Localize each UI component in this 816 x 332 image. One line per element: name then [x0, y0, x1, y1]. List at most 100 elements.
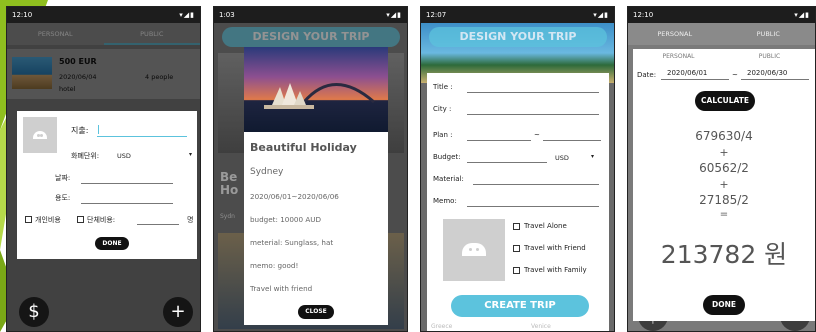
done-button[interactable]: DONE	[95, 237, 129, 250]
bottom-card-venice: Venice	[531, 323, 551, 330]
status-time: 12:10	[633, 11, 654, 19]
trip-companion: Travel with friend	[250, 284, 313, 293]
calculate-dialog: PERSONAL PUBLIC Date: 2020/06/01 ~ 2020/…	[633, 49, 815, 321]
dropdown-arrow-icon[interactable]: ▾	[189, 151, 192, 158]
purpose-input[interactable]	[81, 203, 173, 204]
app-screen: DESIGN YOUR TRIP Be Ho Sydn Beautiful Ho…	[214, 23, 407, 331]
plan-start-input[interactable]	[467, 140, 531, 141]
title-input[interactable]	[467, 92, 599, 93]
expense-input[interactable]	[97, 123, 187, 137]
personal-checkbox[interactable]	[25, 216, 32, 223]
travel-friend-checkbox[interactable]	[513, 245, 520, 252]
calculate-button[interactable]: CALCULATE	[695, 91, 755, 111]
date-from-underline	[661, 79, 729, 80]
plan-label: Plan :	[433, 131, 453, 139]
budget-input[interactable]	[467, 162, 547, 163]
budget-currency-select[interactable]: USD	[555, 154, 569, 162]
date-input[interactable]	[81, 183, 173, 184]
travel-family-label: Travel with Family	[524, 266, 587, 274]
dropdown-arrow-icon[interactable]: ▾	[591, 153, 594, 160]
calc-line-2: 60562/2	[699, 161, 749, 175]
android-placeholder-icon[interactable]	[23, 117, 57, 153]
dialog-tab-personal[interactable]: PERSONAL	[633, 49, 724, 65]
create-trip-form: Title : City : Plan : ~ Budget: USD ▾ Ma…	[427, 73, 609, 331]
currency-label: 화폐단위:	[71, 152, 100, 160]
status-icons: ▾◢▮	[386, 11, 402, 19]
group-checkbox[interactable]	[77, 216, 84, 223]
phone-screen-design-trip: 12:07 ▾◢▮ DESIGN YOUR TRIP Title : City …	[420, 6, 615, 332]
dollar-fab-button[interactable]: $	[19, 297, 49, 327]
dialog-tab-public[interactable]: PUBLIC	[724, 49, 815, 65]
material-label: Material:	[433, 175, 464, 183]
status-icons: ▾◢▮	[593, 11, 609, 19]
app-screen: PERSONAL PUBLIC 500 EUR 2020/06/04 4 peo…	[7, 23, 200, 331]
status-bar: 12:10 ▾◢▮	[628, 7, 815, 23]
calc-line-plus-1: +	[719, 146, 729, 159]
trip-budget: budget: 10000 AUD	[250, 215, 322, 224]
sydney-photo	[244, 47, 388, 132]
date-to-underline	[741, 79, 809, 80]
calc-result: 213782 원	[660, 240, 788, 269]
purpose-label: 용도:	[55, 194, 71, 202]
travel-alone-label: Travel Alone	[524, 222, 567, 230]
material-input[interactable]	[473, 184, 599, 185]
calc-line-equals: =	[719, 209, 729, 220]
person-unit-label: 명	[187, 216, 194, 224]
title-label: Title :	[433, 83, 453, 91]
date-to-input[interactable]: 2020/06/30	[747, 69, 787, 77]
calc-line-1: 679630/4	[695, 129, 753, 143]
trip-city: Sydney	[250, 167, 284, 177]
currency-select-value[interactable]: USD	[117, 152, 131, 160]
slide-canvas: 12:10 ▾◢▮ PERSONAL PUBLIC 500 EUR 2020/0…	[0, 0, 816, 332]
expense-dialog: 지출: 화폐단위: USD ▾ 날짜: 용도: 개인비용 단체비용: 명 DON…	[17, 111, 197, 259]
status-bar: 12:07 ▾◢▮	[421, 7, 614, 23]
status-time: 12:07	[426, 11, 447, 19]
group-count-input[interactable]	[137, 224, 179, 225]
opera-house-image	[264, 83, 375, 109]
status-icons: ▾◢▮	[179, 11, 195, 19]
android-placeholder-icon[interactable]	[443, 219, 505, 281]
phone-screen-trip-detail: 1:03 ▾◢▮ DESIGN YOUR TRIP Be Ho Sydn Bea…	[213, 6, 408, 332]
status-icons: ▾◢▮	[794, 11, 810, 19]
create-trip-button[interactable]: CREATE TRIP	[451, 295, 589, 317]
add-fab-button[interactable]: +	[163, 297, 193, 327]
trip-title: Beautiful Holiday	[250, 141, 357, 154]
date-from-input[interactable]: 2020/06/01	[667, 69, 707, 77]
date-label: 날짜:	[55, 174, 71, 182]
app-screen: PERSONAL PUBLIC $ + PERSONAL PUBLIC Date…	[628, 23, 815, 331]
memo-label: Memo:	[433, 197, 457, 205]
budget-label: Budget:	[433, 153, 461, 161]
date-label: Date:	[637, 71, 657, 79]
travel-family-checkbox[interactable]	[513, 267, 520, 274]
status-time: 12:10	[12, 11, 33, 19]
tab-bar: PERSONAL PUBLIC	[628, 23, 815, 45]
calc-line-3: 27185/2	[699, 193, 749, 207]
dialog-tab-bar: PERSONAL PUBLIC	[633, 49, 815, 65]
phone-screen-expense: 12:10 ▾◢▮ PERSONAL PUBLIC 500 EUR 2020/0…	[6, 6, 201, 332]
status-bar: 12:10 ▾◢▮	[7, 7, 200, 23]
close-button[interactable]: CLOSE	[298, 305, 334, 319]
city-input[interactable]	[467, 114, 599, 115]
tab-public[interactable]: PUBLIC	[722, 23, 816, 45]
group-label: 단체비용:	[87, 216, 116, 224]
plan-end-input[interactable]	[543, 140, 601, 141]
travel-alone-checkbox[interactable]	[513, 223, 520, 230]
phone-screen-calculate: 12:10 ▾◢▮ PERSONAL PUBLIC $ + PERSONAL P…	[627, 6, 816, 332]
city-label: City :	[433, 105, 452, 113]
trip-memo: memo: good!	[250, 261, 299, 270]
trip-detail-dialog: Beautiful Holiday Sydney 2020/06/01~2020…	[244, 47, 388, 325]
app-screen: DESIGN YOUR TRIP Title : City : Plan : ~…	[421, 23, 614, 331]
tab-personal[interactable]: PERSONAL	[628, 23, 722, 45]
memo-input[interactable]	[467, 206, 599, 207]
plan-separator: ~	[534, 131, 540, 139]
personal-label: 개인비용	[35, 216, 61, 224]
design-trip-header: DESIGN YOUR TRIP	[429, 27, 607, 47]
expense-label: 지출:	[71, 126, 89, 135]
done-button[interactable]: DONE	[703, 295, 745, 315]
status-time: 1:03	[219, 11, 235, 19]
travel-friend-label: Travel with Friend	[524, 244, 586, 252]
bottom-card-greece: Greece	[431, 323, 453, 330]
calc-line-plus-2: +	[719, 178, 729, 191]
date-separator: ~	[732, 71, 738, 79]
status-bar: 1:03 ▾◢▮	[214, 7, 407, 23]
